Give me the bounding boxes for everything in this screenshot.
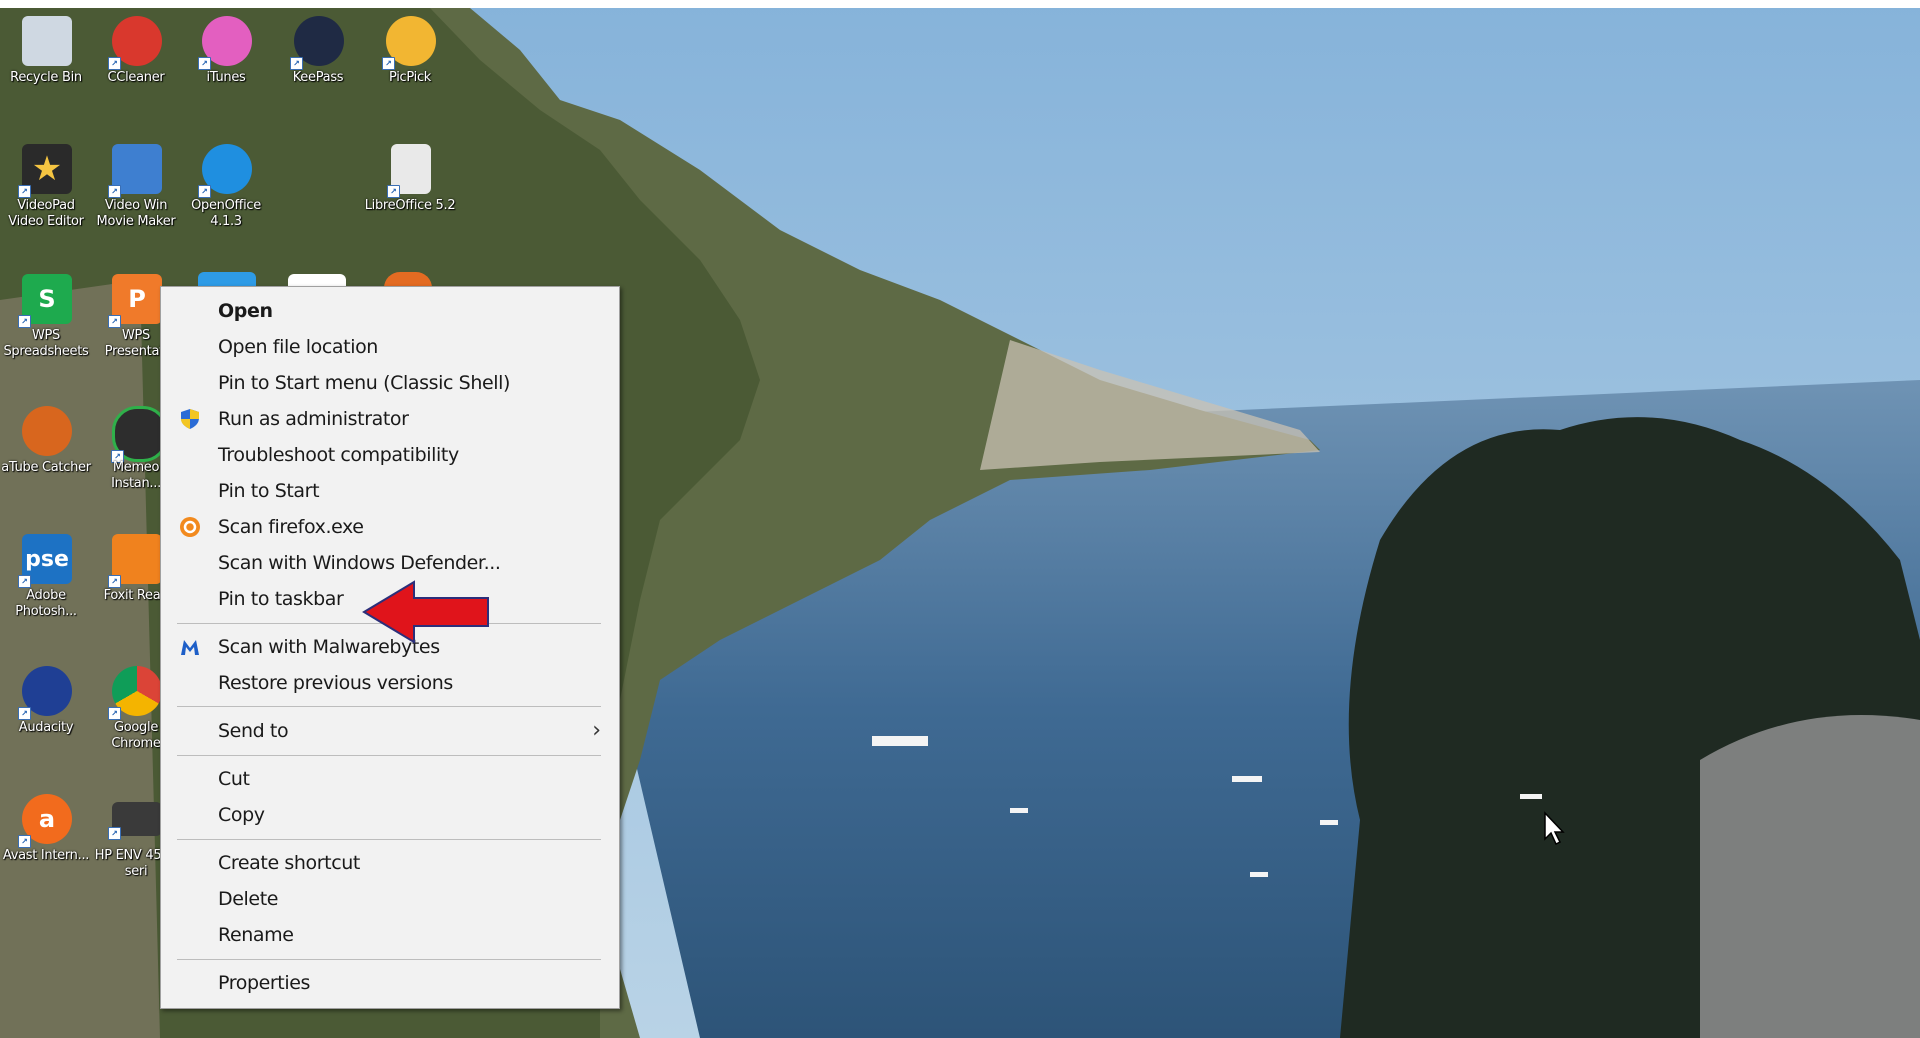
menu-item-copy[interactable]: Copy — [161, 797, 619, 831]
desktop-icon-atube-catcher[interactable]: aTube Catcher — [0, 400, 92, 500]
menu-item-cut[interactable]: Cut — [161, 761, 619, 795]
photoshop-elements-icon: pse ↗ — [18, 534, 72, 588]
menu-item-delete[interactable]: Delete — [161, 881, 619, 915]
menu-item-send-to[interactable]: Send to › — [161, 713, 619, 747]
desktop-icon-movie-maker[interactable]: ↗ Video Win Movie Maker — [90, 138, 182, 238]
mouse-cursor-icon — [1544, 811, 1565, 846]
chrome-icon: ↗ — [108, 666, 162, 720]
menu-item-restore-previous-versions[interactable]: Restore previous versions — [161, 665, 619, 699]
menu-separator — [177, 959, 601, 960]
desktop-icon-photoshop-elements[interactable]: pse ↗ Adobe Photosh... — [0, 528, 92, 628]
desktop-icon-wps-spreadsheets[interactable]: S ↗ WPS Spreadsheets — [0, 268, 92, 368]
openoffice-icon: ↗ — [198, 144, 252, 198]
picpick-icon: ↗ — [382, 16, 436, 70]
desktop-icon-itunes[interactable]: ↗ iTunes — [180, 10, 272, 110]
desktop-icon-picpick[interactable]: ↗ PicPick — [364, 10, 456, 110]
menu-item-scan-firefox[interactable]: Scan firefox.exe — [161, 509, 619, 543]
menu-item-create-shortcut[interactable]: Create shortcut — [161, 845, 619, 879]
menu-separator — [177, 706, 601, 707]
avast-scan-icon — [180, 517, 200, 537]
menu-item-open[interactable]: Open — [161, 293, 619, 327]
menu-item-pin-to-start[interactable]: Pin to Start — [161, 473, 619, 507]
desktop-icon-ccleaner[interactable]: ↗ CCleaner — [90, 10, 182, 110]
menu-item-open-file-location[interactable]: Open file location — [161, 329, 619, 363]
menu-item-troubleshoot-compatibility[interactable]: Troubleshoot compatibility — [161, 437, 619, 471]
menu-item-pin-start-classic-shell[interactable]: Pin to Start menu (Classic Shell) — [161, 365, 619, 399]
menu-item-scan-windows-defender[interactable]: Scan with Windows Defender... — [161, 545, 619, 579]
uac-shield-icon — [181, 409, 199, 429]
videopad-icon: ★ ↗ — [18, 144, 72, 198]
libreoffice-icon: ↗ — [387, 144, 431, 198]
desktop-icon-keepass[interactable]: ↗ KeePass — [272, 10, 364, 110]
menu-separator — [177, 839, 601, 840]
desktop-icon-avast[interactable]: a ↗ Avast Intern... — [0, 788, 92, 888]
recycle-bin-icon — [22, 16, 72, 66]
wps-spreadsheets-icon: S ↗ — [18, 274, 72, 328]
keepass-icon: ↗ — [290, 16, 344, 70]
itunes-icon: ↗ — [198, 16, 252, 70]
hp-printer-icon: ↗ — [108, 802, 162, 840]
desktop-icon-audacity[interactable]: ↗ Audacity — [0, 660, 92, 760]
menu-separator — [177, 755, 601, 756]
annotation-arrow-icon — [362, 580, 489, 644]
movie-maker-icon: ↗ — [108, 144, 162, 198]
audacity-icon: ↗ — [18, 666, 72, 720]
context-menu: Open Open file location Pin to Start men… — [160, 286, 620, 1009]
ccleaner-icon: ↗ — [108, 16, 162, 70]
foxit-reader-icon: ↗ — [108, 534, 162, 588]
chevron-right-icon: › — [592, 718, 601, 743]
desktop-icon-openoffice[interactable]: ↗ OpenOffice 4.1.3 — [180, 138, 272, 238]
wps-presentation-icon: P ↗ — [108, 274, 162, 328]
desktop-icon-videopad[interactable]: ★ ↗ VideoPad Video Editor — [0, 138, 92, 238]
atube-catcher-icon — [22, 406, 72, 456]
malwarebytes-icon — [181, 640, 199, 655]
desktop-icon-libreoffice[interactable]: ↗ LibreOffice 5.2 — [364, 138, 456, 238]
menu-item-run-as-administrator[interactable]: Run as administrator — [161, 401, 619, 435]
menu-item-properties[interactable]: Properties — [161, 965, 619, 999]
desktop-icon-recycle-bin[interactable]: Recycle Bin — [0, 10, 92, 110]
menu-item-rename[interactable]: Rename — [161, 917, 619, 951]
avast-icon: a ↗ — [18, 794, 72, 848]
